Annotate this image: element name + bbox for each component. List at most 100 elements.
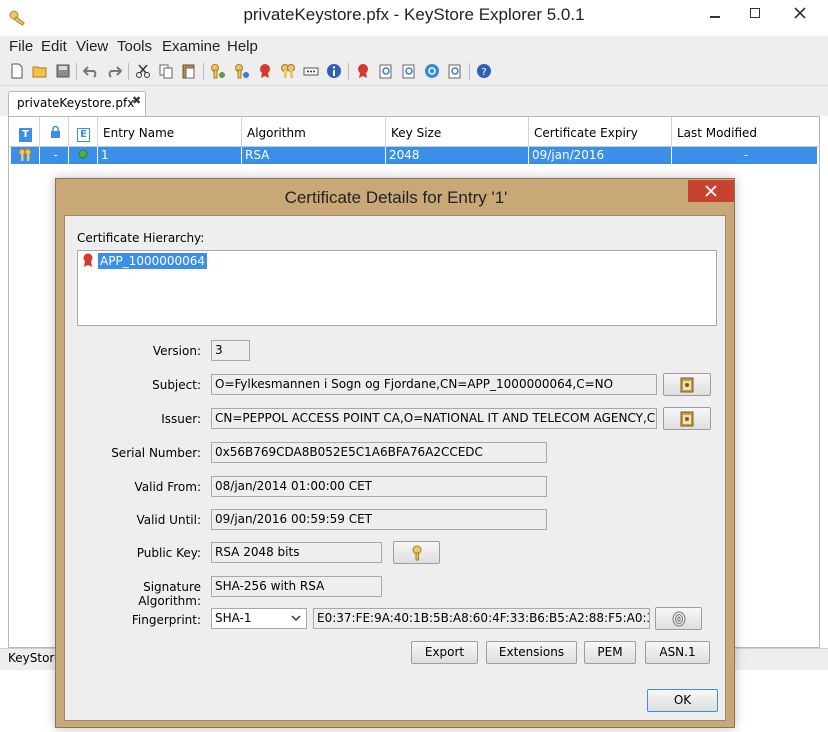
tabstrip: privateKeystore.pfx ✖	[0, 86, 828, 116]
row-expiry-cell	[69, 147, 98, 164]
version-field[interactable]: 3	[211, 340, 250, 361]
key-pair-icon	[18, 148, 32, 161]
row-key-size: 2048	[386, 147, 529, 164]
serial-number-field[interactable]: 0x56B769CDA8B052E5C1A6BFA76A2CCEDC	[211, 442, 547, 463]
dialog-close-button[interactable]	[688, 180, 734, 202]
valid-until-field[interactable]: 09/jan/2016 00:59:59 CET	[211, 509, 547, 530]
column-algorithm[interactable]: Algorithm	[242, 117, 386, 147]
issuer-field[interactable]: CN=PEPPOL ACCESS POINT CA,O=NATIONAL IT …	[211, 408, 657, 429]
row-last-modified: -	[743, 148, 749, 162]
new-icon[interactable]	[9, 63, 25, 79]
save-icon[interactable]	[55, 63, 71, 79]
minimize-button[interactable]	[695, 0, 735, 26]
fingerprint-field[interactable]: E0:37:FE:9A:40:1B:5B:A8:60:4F:33:B6:B5:A…	[313, 608, 650, 629]
row-algorithm: RSA	[242, 147, 386, 164]
subject-details-button[interactable]	[663, 373, 711, 396]
public-key-label: Public Key:	[136, 546, 201, 560]
signature-algorithm-field[interactable]: SHA-256 with RSA	[211, 576, 382, 597]
expiry-column-icon: E	[77, 128, 90, 142]
column-key-size[interactable]: Key Size	[386, 117, 529, 147]
maximize-button[interactable]	[738, 0, 772, 26]
column-certificate-expiry[interactable]: Certificate Expiry	[529, 117, 672, 147]
extensions-button[interactable]: Extensions	[486, 641, 577, 664]
column-lock[interactable]	[40, 117, 69, 147]
type-column-icon: T	[19, 128, 32, 142]
toolbar: ?	[0, 58, 828, 86]
export-button[interactable]: Export	[411, 641, 478, 664]
dialog-body: Certificate Hierarchy: APP_1000000064 Ve…	[64, 215, 726, 721]
set-password-icon[interactable]	[303, 63, 319, 79]
valid-status-icon	[78, 149, 88, 159]
import-certificate-icon[interactable]	[257, 63, 273, 79]
row-certificate-expiry: 09/jan/2016 00:59:59...	[529, 147, 672, 179]
examine-ssl-icon[interactable]	[424, 63, 440, 79]
issuer-label: Issuer:	[161, 412, 201, 426]
paste-icon[interactable]	[181, 63, 197, 79]
import-keypair-icon[interactable]	[280, 63, 296, 79]
close-icon	[794, 7, 806, 19]
public-key-details-button[interactable]	[393, 541, 440, 564]
details-icon	[680, 377, 694, 393]
svg-text:?: ?	[481, 67, 486, 78]
close-icon	[705, 185, 717, 197]
column-entry-name[interactable]: Entry Name	[98, 117, 242, 147]
tab-close-icon[interactable]: ✖	[132, 94, 141, 107]
public-key-field[interactable]: RSA 2048 bits	[211, 542, 382, 563]
menubar: File Edit View Tools Examine Help	[0, 36, 828, 58]
help-icon[interactable]: ?	[476, 63, 492, 79]
undo-icon[interactable]	[83, 63, 99, 79]
examine-certificate-icon[interactable]	[355, 63, 371, 79]
copy-icon[interactable]	[158, 63, 174, 79]
fingerprint-algorithm-value: SHA-1	[215, 611, 252, 625]
main-titlebar: privateKeystore.pfx - KeyStore Explorer …	[0, 0, 828, 36]
valid-from-field[interactable]: 08/jan/2014 01:00:00 CET	[211, 476, 547, 497]
row-entry-name: 1	[98, 147, 242, 164]
maximize-icon	[750, 8, 760, 18]
menu-file[interactable]: File	[9, 38, 33, 55]
examine-clipboard-icon[interactable]	[401, 63, 417, 79]
menu-examine[interactable]: Examine	[162, 38, 220, 55]
serial-number-label: Serial Number:	[111, 446, 201, 460]
generate-keypair-icon[interactable]	[210, 63, 226, 79]
pem-button[interactable]: PEM	[584, 641, 636, 664]
examine-file-icon[interactable]	[378, 63, 394, 79]
column-expiry[interactable]: E	[69, 117, 98, 147]
fingerprint-icon	[672, 611, 685, 627]
asn1-button[interactable]: ASN.1	[645, 641, 710, 664]
properties-icon[interactable]	[326, 63, 342, 79]
close-button[interactable]	[772, 0, 828, 26]
redo-icon[interactable]	[106, 63, 122, 79]
valid-until-label: Valid Until:	[136, 513, 201, 527]
cut-icon[interactable]	[135, 63, 151, 79]
fingerprint-algorithm-select[interactable]: SHA-1	[211, 608, 307, 629]
menu-help[interactable]: Help	[227, 38, 258, 55]
certificate-details-dialog: Certificate Details for Entry '1' Certif…	[55, 178, 735, 728]
open-icon[interactable]	[32, 63, 48, 79]
status-text: KeyStore	[8, 651, 62, 665]
subject-label: Subject:	[152, 378, 201, 392]
key-icon	[412, 545, 421, 561]
certificate-icon	[83, 253, 93, 267]
fingerprint-button[interactable]	[655, 607, 702, 630]
subject-field[interactable]: O=Fylkesmannen i Sogn og Fjordane,CN=APP…	[211, 374, 657, 395]
dialog-title: Certificate Details for Entry '1'	[284, 188, 508, 207]
column-last-modified[interactable]: Last Modified	[672, 117, 819, 147]
tab-label: privateKeystore.pfx	[17, 96, 135, 110]
column-type[interactable]: T	[9, 117, 40, 147]
hierarchy-label: Certificate Hierarchy:	[77, 231, 205, 245]
table-row[interactable]: - 1 RSA 2048 09/jan/2016 00:59:59... -	[11, 147, 817, 179]
certificate-hierarchy-tree[interactable]: APP_1000000064	[77, 250, 717, 326]
table-header: T E Entry Name Algorithm Key Size Certif…	[9, 117, 819, 147]
examine-csr-icon[interactable]	[447, 63, 463, 79]
issuer-details-button[interactable]	[663, 407, 711, 430]
fingerprint-label: Fingerprint:	[131, 613, 201, 627]
menu-edit[interactable]: Edit	[41, 38, 67, 55]
chevron-down-icon	[291, 615, 301, 622]
generate-secret-key-icon[interactable]	[234, 63, 250, 79]
tab-keystore[interactable]: privateKeystore.pfx ✖	[8, 91, 146, 116]
signature-algorithm-label: Signature Algorithm:	[138, 580, 201, 608]
hierarchy-item[interactable]: APP_1000000064	[98, 253, 208, 269]
menu-view[interactable]: View	[76, 38, 108, 55]
ok-button[interactable]: OK	[647, 689, 718, 712]
menu-tools[interactable]: Tools	[117, 38, 152, 55]
